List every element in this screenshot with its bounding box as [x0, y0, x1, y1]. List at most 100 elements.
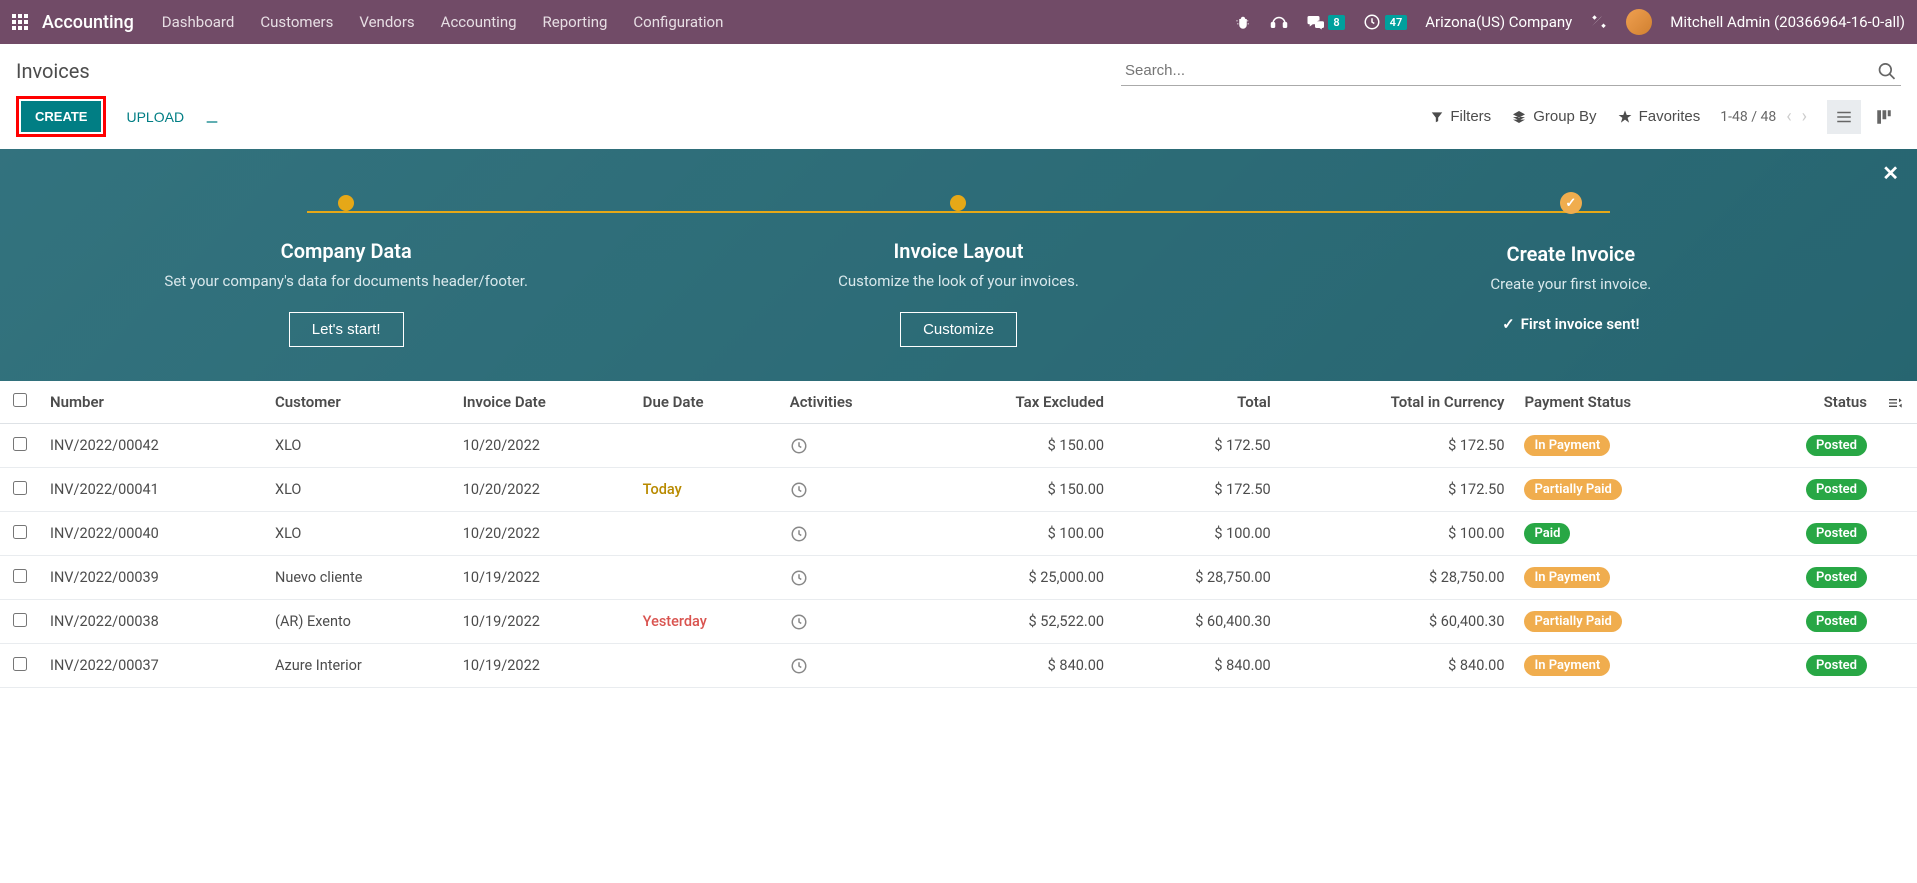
list-view-button[interactable]	[1827, 100, 1861, 134]
payment-status-badge: In Payment	[1524, 655, 1610, 676]
col-total[interactable]: Total	[1114, 381, 1281, 424]
payment-status-badge: Partially Paid	[1524, 479, 1621, 500]
search-input[interactable]	[1121, 56, 1901, 86]
clock-icon[interactable]	[790, 436, 808, 455]
cell-status: Posted	[1736, 600, 1878, 644]
row-checkbox[interactable]	[13, 569, 27, 583]
clock-icon[interactable]	[790, 656, 808, 675]
cell-activities[interactable]	[780, 424, 925, 468]
nav-vendors[interactable]: Vendors	[359, 13, 414, 31]
cell-due-date	[633, 644, 780, 688]
onboarding-banner: ✕ Company Data Set your company's data f…	[0, 149, 1917, 381]
nav-reporting[interactable]: Reporting	[543, 13, 608, 31]
customize-button[interactable]: Customize	[900, 312, 1017, 347]
clock-icon[interactable]	[790, 524, 808, 543]
cell-total: $ 172.50	[1114, 468, 1281, 512]
table-row[interactable]: INV/2022/00038 (AR) Exento 10/19/2022 Ye…	[0, 600, 1917, 644]
cell-activities[interactable]	[780, 556, 925, 600]
create-button-highlight: CREATE	[16, 96, 106, 137]
col-tax-excluded[interactable]: Tax Excluded	[925, 381, 1115, 424]
row-checkbox[interactable]	[13, 657, 27, 671]
layers-icon	[1511, 109, 1527, 125]
column-settings-icon[interactable]	[1877, 381, 1917, 424]
lets-start-button[interactable]: Let's start!	[289, 312, 404, 347]
close-icon[interactable]: ✕	[1882, 161, 1899, 185]
col-activities[interactable]: Activities	[780, 381, 925, 424]
tools-icon[interactable]	[1590, 13, 1608, 31]
table-row[interactable]: INV/2022/00040 XLO 10/20/2022 $ 100.00 $…	[0, 512, 1917, 556]
cell-total: $ 28,750.00	[1114, 556, 1281, 600]
pager-prev-icon[interactable]: ‹	[1786, 106, 1791, 127]
activities-clock-icon[interactable]: 47	[1363, 13, 1408, 31]
col-due-date[interactable]: Due Date	[633, 381, 780, 424]
support-icon[interactable]	[1270, 13, 1288, 31]
pager: 1-48 / 48 ‹ ›	[1720, 106, 1807, 127]
company-selector[interactable]: Arizona(US) Company	[1425, 13, 1572, 31]
cell-total-currency: $ 60,400.30	[1281, 600, 1515, 644]
search-icon[interactable]	[1877, 60, 1897, 81]
messages-icon[interactable]: 8	[1306, 13, 1344, 31]
payment-status-badge: In Payment	[1524, 567, 1610, 588]
col-number[interactable]: Number	[40, 381, 265, 424]
cell-tax-excluded: $ 150.00	[925, 468, 1115, 512]
col-status[interactable]: Status	[1736, 381, 1878, 424]
table-row[interactable]: INV/2022/00042 XLO 10/20/2022 $ 150.00 $…	[0, 424, 1917, 468]
status-badge: Posted	[1806, 435, 1867, 456]
col-invoice-date[interactable]: Invoice Date	[453, 381, 633, 424]
cell-invoice-date: 10/20/2022	[453, 512, 633, 556]
filters-button[interactable]: Filters	[1430, 108, 1491, 125]
activities-badge: 47	[1385, 15, 1408, 30]
app-brand[interactable]: Accounting	[42, 12, 134, 33]
cell-activities[interactable]	[780, 468, 925, 512]
cell-payment-status: In Payment	[1514, 644, 1735, 688]
select-all-checkbox[interactable]	[13, 393, 27, 407]
cell-activities[interactable]	[780, 644, 925, 688]
nav-accounting[interactable]: Accounting	[441, 13, 517, 31]
nav-configuration[interactable]: Configuration	[633, 13, 723, 31]
table-row[interactable]: INV/2022/00037 Azure Interior 10/19/2022…	[0, 644, 1917, 688]
payment-status-badge: Paid	[1524, 523, 1570, 544]
step-desc: Set your company's data for documents he…	[40, 271, 652, 292]
cell-total: $ 840.00	[1114, 644, 1281, 688]
table-row[interactable]: INV/2022/00039 Nuevo cliente 10/19/2022 …	[0, 556, 1917, 600]
pager-next-icon[interactable]: ›	[1802, 106, 1807, 127]
cell-activities[interactable]	[780, 512, 925, 556]
table-row[interactable]: INV/2022/00041 XLO 10/20/2022 Today $ 15…	[0, 468, 1917, 512]
row-checkbox[interactable]	[13, 437, 27, 451]
create-button[interactable]: CREATE	[21, 101, 101, 132]
row-checkbox[interactable]	[13, 525, 27, 539]
groupby-label: Group By	[1533, 108, 1596, 125]
upload-button[interactable]: UPLOAD	[116, 103, 194, 131]
invoice-list: Number Customer Invoice Date Due Date Ac…	[0, 381, 1917, 688]
clock-icon[interactable]	[790, 568, 808, 587]
step-title: Create Invoice	[1265, 242, 1877, 266]
groupby-button[interactable]: Group By	[1511, 108, 1596, 125]
cell-invoice-date: 10/20/2022	[453, 424, 633, 468]
row-checkbox[interactable]	[13, 481, 27, 495]
col-total-currency[interactable]: Total in Currency	[1281, 381, 1515, 424]
cell-activities[interactable]	[780, 600, 925, 644]
download-icon[interactable]	[204, 107, 220, 126]
row-checkbox[interactable]	[13, 613, 27, 627]
funnel-icon	[1430, 110, 1444, 124]
nav-dashboard[interactable]: Dashboard	[162, 13, 235, 31]
user-avatar[interactable]	[1626, 9, 1652, 35]
cell-status: Posted	[1736, 424, 1878, 468]
favorites-button[interactable]: Favorites	[1617, 108, 1701, 125]
col-payment-status[interactable]: Payment Status	[1514, 381, 1735, 424]
onboarding-step-company: Company Data Set your company's data for…	[40, 195, 652, 347]
cell-total-currency: $ 100.00	[1281, 512, 1515, 556]
clock-icon[interactable]	[790, 612, 808, 631]
cell-payment-status: Paid	[1514, 512, 1735, 556]
nav-customers[interactable]: Customers	[260, 13, 333, 31]
payment-status-badge: In Payment	[1524, 435, 1610, 456]
kanban-view-button[interactable]	[1867, 100, 1901, 134]
payment-status-badge: Partially Paid	[1524, 611, 1621, 632]
pager-text[interactable]: 1-48 / 48	[1720, 109, 1776, 125]
cell-tax-excluded: $ 150.00	[925, 424, 1115, 468]
clock-icon[interactable]	[790, 480, 808, 499]
user-name[interactable]: Mitchell Admin (20366964-16-0-all)	[1670, 13, 1905, 31]
bug-icon[interactable]	[1234, 13, 1252, 31]
col-customer[interactable]: Customer	[265, 381, 453, 424]
apps-grid-icon[interactable]	[12, 14, 28, 30]
